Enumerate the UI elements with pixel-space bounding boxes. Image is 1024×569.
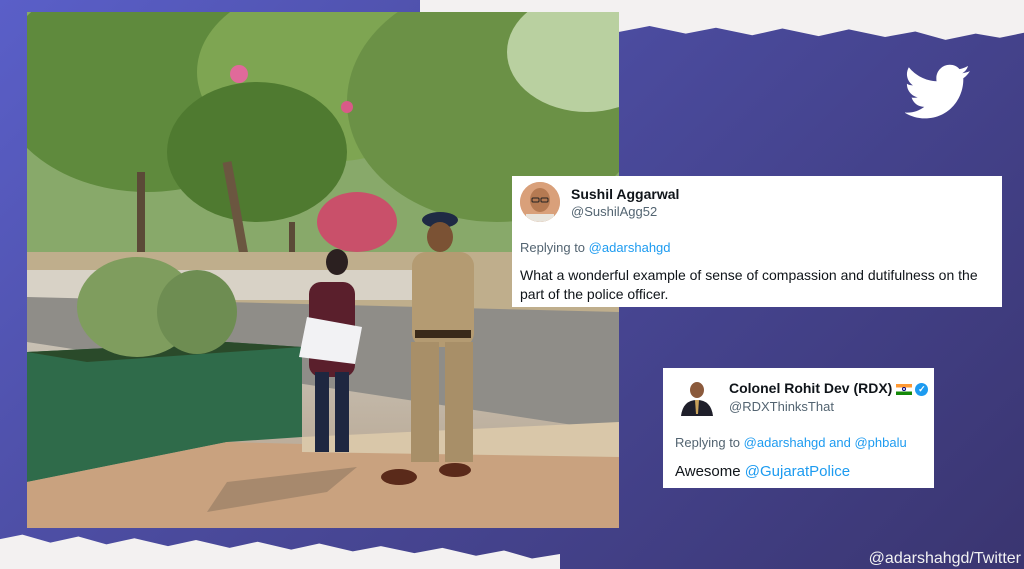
reply-prefix: Replying to [675, 435, 744, 450]
verified-badge-icon: ✓ [915, 382, 929, 396]
tweet-text: What a wonderful example of sense of com… [520, 267, 978, 302]
avatar[interactable] [520, 182, 560, 222]
twitter-bird-icon [904, 64, 971, 120]
tweet-mention-link[interactable]: @GujaratPolice [745, 463, 850, 480]
reply-context: Replying to @adarshahgd [520, 240, 671, 255]
reply-and: and [825, 435, 855, 450]
avatar[interactable] [677, 376, 717, 416]
tweet-card[interactable]: Sushil Aggarwal @SushilAgg52 Replying to… [512, 176, 1002, 307]
tweet-author-name-row[interactable]: Colonel Rohit Dev (RDX) ✓ [729, 380, 929, 396]
torn-paper-bottom [0, 534, 560, 569]
tweet-author-name[interactable]: Sushil Aggarwal [571, 186, 679, 202]
reply-mention-link[interactable]: @adarshahgd [589, 240, 671, 255]
tweet-author-handle[interactable]: @SushilAgg52 [571, 204, 657, 219]
reply-prefix: Replying to [520, 240, 589, 255]
reply-mention-link[interactable]: @phbalu [854, 435, 906, 450]
tweet-text-prefix: Awesome [675, 463, 745, 480]
india-flag-icon [896, 383, 913, 395]
tweet-author-name[interactable]: Colonel Rohit Dev (RDX) [729, 380, 892, 396]
tweet-author-handle[interactable]: @RDXThinksThat [729, 399, 834, 414]
reply-mention-link[interactable]: @adarshahgd [744, 435, 826, 450]
tweet-card[interactable]: Colonel Rohit Dev (RDX) ✓ @RDXThinksThat … [663, 368, 934, 488]
reply-context: Replying to @adarshahgd and @phbalu [675, 435, 907, 450]
tweet-text: Awesome @GujaratPolice [675, 462, 850, 482]
image-credit: @adarshahgd/Twitter [868, 550, 1021, 567]
